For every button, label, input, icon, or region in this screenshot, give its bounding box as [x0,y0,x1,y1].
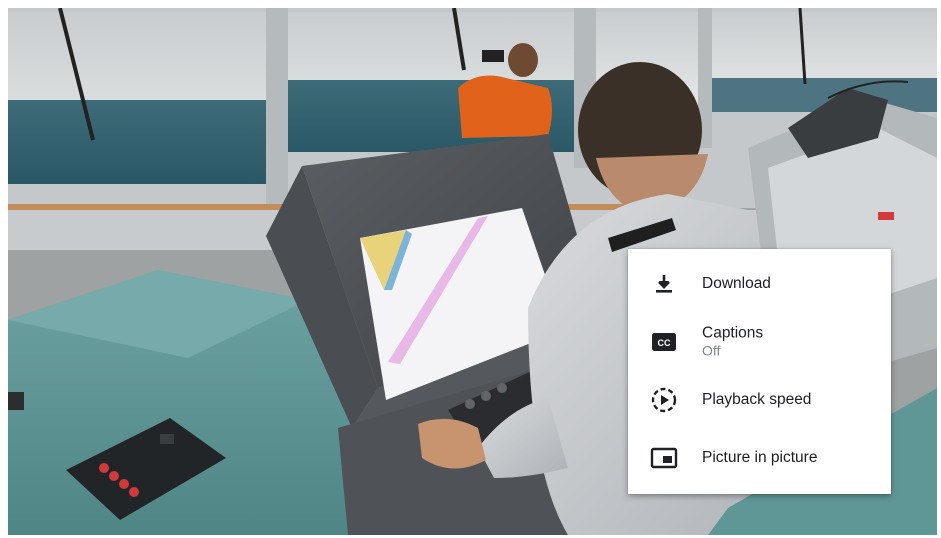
menu-item-picture-in-picture[interactable]: Picture in picture [628,429,891,487]
picture-in-picture-label: Picture in picture [702,449,818,466]
captions-status: Off [702,342,721,359]
menu-item-playback-speed[interactable]: Playback speed [628,371,891,429]
svg-text:CC: CC [658,338,671,348]
download-label: Download [702,275,771,292]
playback-speed-label: Playback speed [702,391,812,408]
playback-speed-icon [650,386,678,414]
download-icon [650,270,678,298]
menu-item-download[interactable]: Download [628,255,891,313]
picture-in-picture-icon [650,444,678,472]
video-context-menu: Download CC Captions Off Playback speed … [628,249,891,494]
captions-icon: CC [650,328,678,356]
menu-item-captions[interactable]: CC Captions Off [628,313,891,371]
screen-frame: Download CC Captions Off Playback speed … [0,0,941,538]
captions-label: Captions [702,324,764,342]
